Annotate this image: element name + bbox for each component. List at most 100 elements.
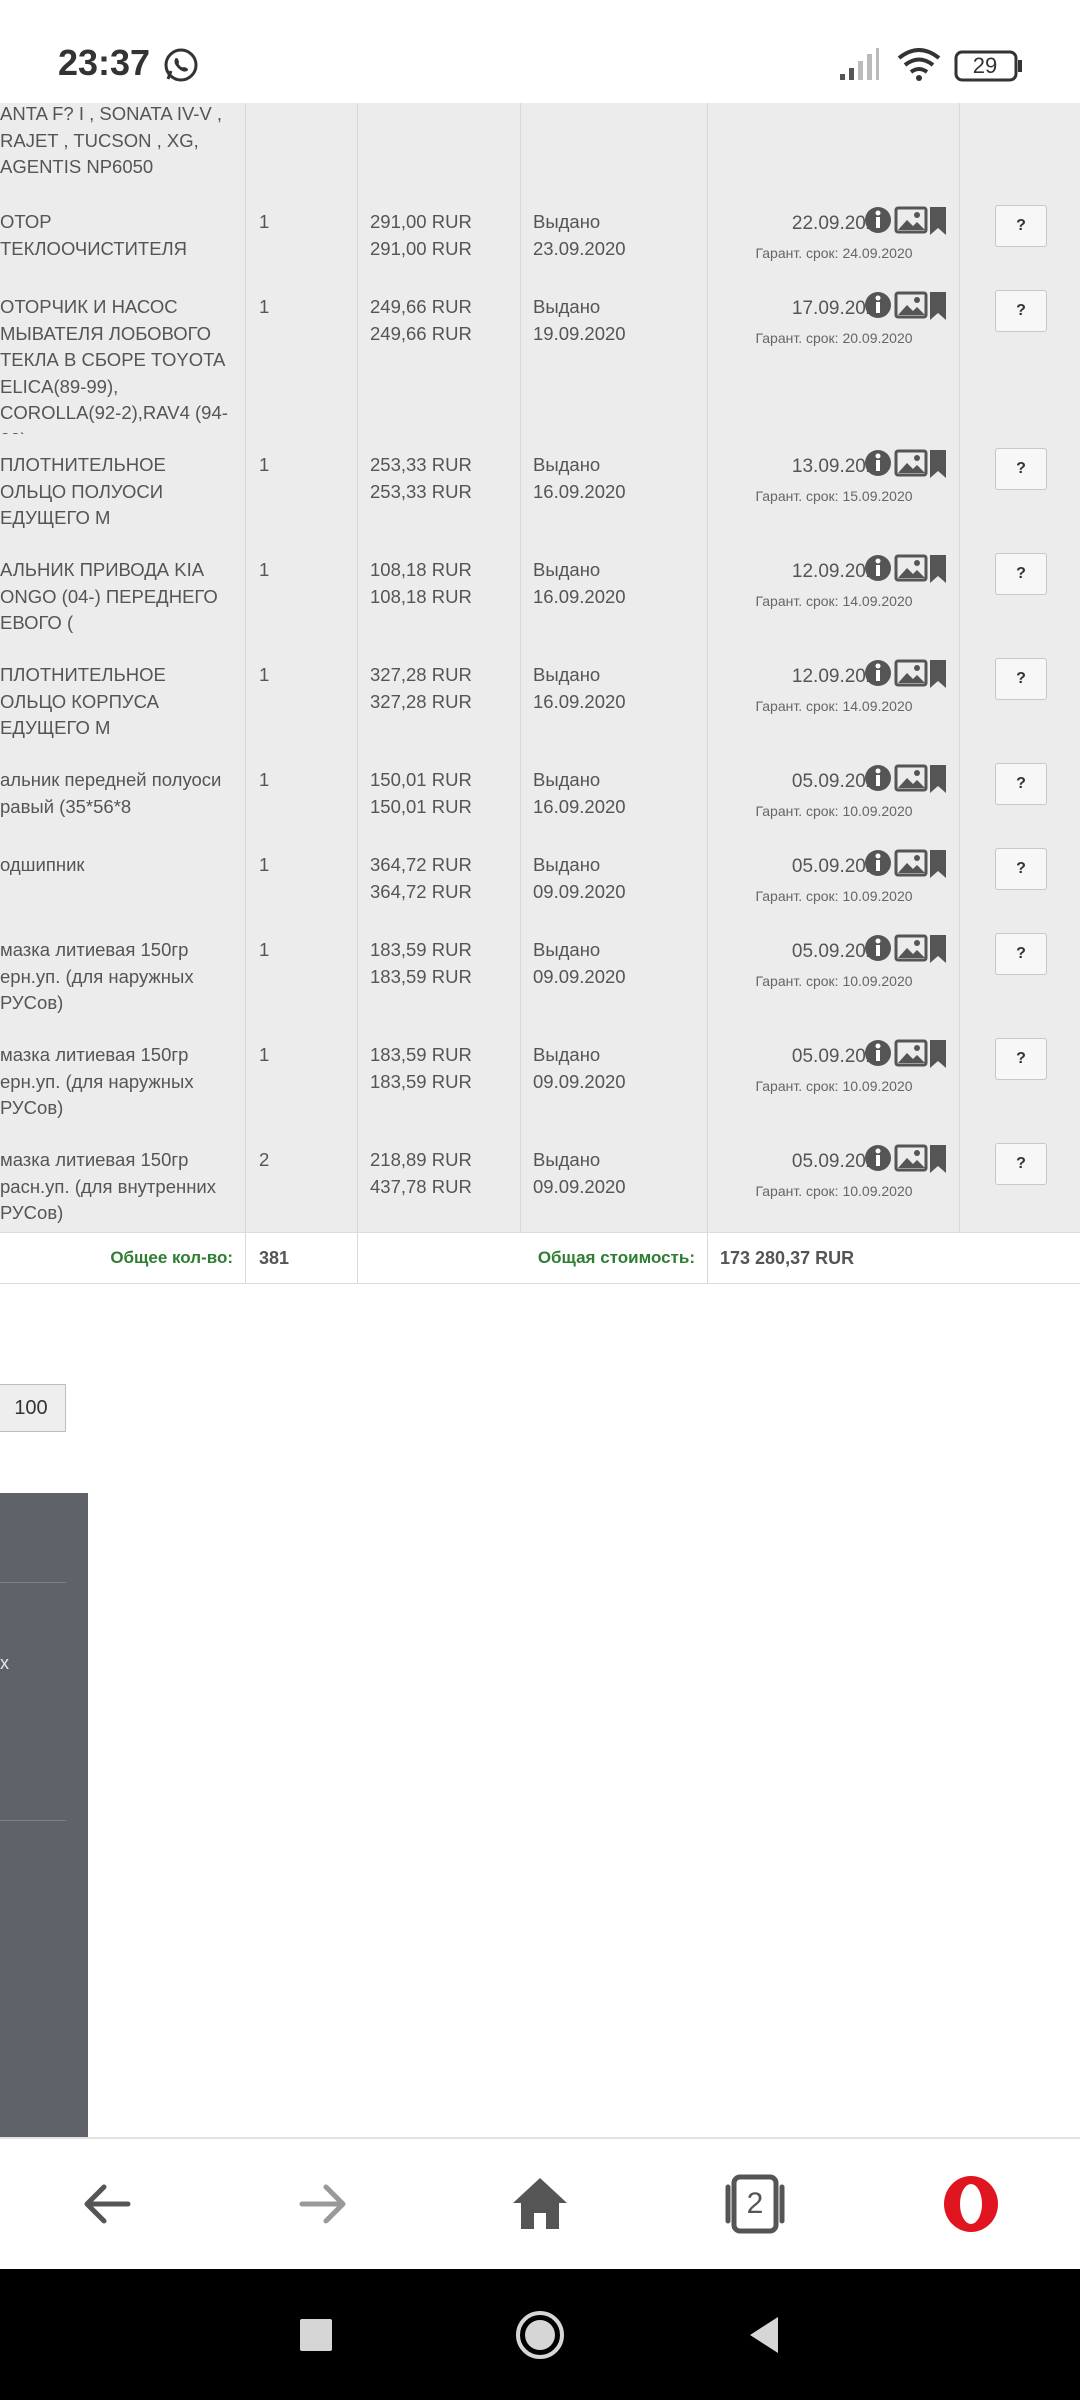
image-icon[interactable] — [894, 849, 928, 877]
totals-row: Общее кол-во: 381 Общая стоимость: 173 2… — [0, 1232, 1080, 1284]
question-button[interactable]: ? — [995, 290, 1047, 332]
item-total: 108,18 RUR — [370, 585, 472, 607]
question-button[interactable]: ? — [995, 933, 1047, 975]
bookmark-icon[interactable] — [930, 450, 946, 478]
item-price: 327,28 RUR — [370, 664, 472, 685]
forward-arrow-icon[interactable] — [288, 2169, 358, 2239]
image-icon[interactable] — [894, 291, 928, 319]
item-total: 437,78 RUR — [370, 1175, 472, 1197]
item-status: Выдано — [533, 854, 601, 875]
item-qty: 2 — [259, 1149, 270, 1170]
info-icon[interactable] — [865, 292, 891, 318]
table-row: ОТОРЧИК И НАСОС МЫВАТЕЛЯ ЛОБОВОГО ТЕКЛА … — [0, 276, 1080, 450]
whatsapp-icon — [164, 48, 198, 82]
question-button[interactable]: ? — [995, 448, 1047, 490]
item-qty: 1 — [259, 939, 270, 960]
table-row: мазка литиевая 150гр расн.уп. (для внутр… — [0, 1129, 1080, 1233]
item-name: мазка литиевая 150гр ерн.уп. (для наружн… — [0, 1044, 194, 1118]
bookmark-icon[interactable] — [930, 292, 946, 320]
item-price: 249,66 RUR — [370, 296, 472, 317]
wifi-icon — [897, 48, 941, 81]
item-qty: 1 — [259, 854, 270, 875]
item-guarantee: Гарант. срок: 20.09.2020 — [755, 330, 913, 346]
image-icon[interactable] — [894, 1039, 928, 1067]
item-price: 150,01 RUR — [370, 769, 472, 790]
question-button[interactable]: ? — [995, 848, 1047, 890]
item-status-date: 09.09.2020 — [533, 1175, 626, 1197]
item-guarantee: Гарант. срок: 10.09.2020 — [755, 803, 913, 819]
question-button[interactable]: ? — [995, 763, 1047, 805]
system-back-icon[interactable] — [738, 2309, 790, 2361]
question-button[interactable]: ? — [995, 205, 1047, 247]
opera-logo-icon[interactable] — [936, 2169, 1006, 2239]
item-total: 364,72 RUR — [370, 880, 472, 902]
battery-level: 29 — [972, 53, 998, 78]
question-button[interactable]: ? — [995, 553, 1047, 595]
item-status-date: 09.09.2020 — [533, 965, 626, 987]
table-row: АЛЬНИК ПРИВОДА KIA ONGO (04-) ПЕРЕДНЕГО … — [0, 539, 1080, 645]
info-icon[interactable] — [865, 1145, 891, 1171]
per-page-button[interactable]: 100 — [0, 1384, 66, 1432]
bookmark-icon[interactable] — [930, 1040, 946, 1068]
item-status-date: 16.09.2020 — [533, 690, 626, 712]
bookmark-icon[interactable] — [930, 765, 946, 793]
status-time: 23:37 — [58, 42, 151, 83]
question-button[interactable]: ? — [995, 658, 1047, 700]
bookmark-icon[interactable] — [930, 207, 946, 235]
question-button[interactable]: ? — [995, 1143, 1047, 1185]
home-circle-icon[interactable] — [514, 2309, 566, 2361]
item-guarantee: Гарант. срок: 24.09.2020 — [755, 245, 913, 261]
image-icon[interactable] — [894, 554, 928, 582]
item-status-date: 16.09.2020 — [533, 585, 626, 607]
item-total: 291,00 RUR — [370, 237, 472, 259]
image-icon[interactable] — [894, 659, 928, 687]
image-icon[interactable] — [894, 206, 928, 234]
item-price: 183,59 RUR — [370, 939, 472, 960]
recents-icon[interactable] — [290, 2309, 342, 2361]
item-name: альник передней полуоси равый (35*56*8 — [0, 769, 222, 817]
item-status: Выдано — [533, 939, 601, 960]
info-icon[interactable] — [865, 765, 891, 791]
info-icon[interactable] — [865, 660, 891, 686]
info-icon[interactable] — [865, 555, 891, 581]
bookmark-icon[interactable] — [930, 1145, 946, 1173]
question-button[interactable]: ? — [995, 1038, 1047, 1080]
table-row: ОТОР ТЕКЛООЧИСТИТЕЛЯ 1 291,00 RUR 291,00 … — [0, 191, 1080, 277]
table-row: ANTA F? I , SONATA IV-V , RAJET , TUCSON… — [0, 103, 1080, 192]
item-status-date: 23.09.2020 — [533, 237, 626, 259]
item-total: 249,66 RUR — [370, 322, 472, 344]
table-row: ПЛОТНИТЕЛЬНОЕ ОЛЬЦО ПОЛУОСИ ЕДУЩЕГО М 1 … — [0, 434, 1080, 540]
info-icon[interactable] — [865, 207, 891, 233]
bookmark-icon[interactable] — [930, 660, 946, 688]
item-qty: 1 — [259, 664, 270, 685]
info-icon[interactable] — [865, 1040, 891, 1066]
image-icon[interactable] — [894, 449, 928, 477]
item-status: Выдано — [533, 211, 601, 232]
orders-table: ANTA F? I , SONATA IV-V , RAJET , TUCSON… — [0, 103, 1080, 1283]
bookmark-icon[interactable] — [930, 850, 946, 878]
back-arrow-icon[interactable] — [72, 2169, 142, 2239]
item-guarantee: Гарант. срок: 10.09.2020 — [755, 1078, 913, 1094]
home-icon[interactable] — [505, 2169, 575, 2239]
item-status-date: 09.09.2020 — [533, 880, 626, 902]
panel-divider — [0, 1582, 66, 1583]
item-name: АЛЬНИК ПРИВОДА KIA ONGO (04-) ПЕРЕДНЕГО … — [0, 559, 218, 633]
total-cost-label: Общая стоимость: — [537, 1248, 695, 1267]
item-status: Выдано — [533, 1044, 601, 1065]
image-icon[interactable] — [894, 1144, 928, 1172]
total-qty-label: Общее кол-во: — [110, 1248, 233, 1267]
item-qty: 1 — [259, 559, 270, 580]
table-row: альник передней полуоси равый (35*56*8 1… — [0, 749, 1080, 835]
system-nav-bar — [0, 2269, 1080, 2400]
image-icon[interactable] — [894, 764, 928, 792]
info-icon[interactable] — [865, 935, 891, 961]
tabs-button[interactable]: 2 — [720, 2169, 790, 2239]
item-status-date: 19.09.2020 — [533, 322, 626, 344]
item-status: Выдано — [533, 296, 601, 317]
image-icon[interactable] — [894, 934, 928, 962]
bookmark-icon[interactable] — [930, 555, 946, 583]
bookmark-icon[interactable] — [930, 935, 946, 963]
item-guarantee: Гарант. срок: 10.09.2020 — [755, 888, 913, 904]
info-icon[interactable] — [865, 450, 891, 476]
info-icon[interactable] — [865, 850, 891, 876]
